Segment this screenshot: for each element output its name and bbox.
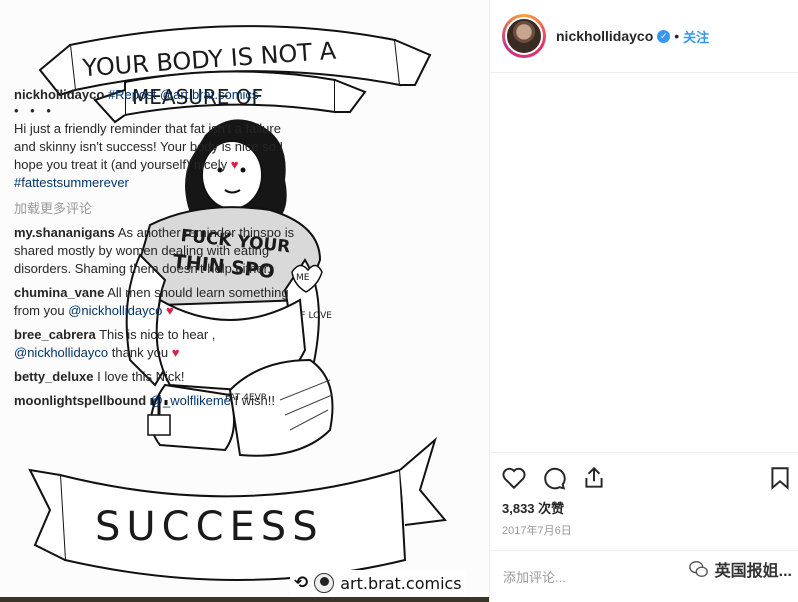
credit-handle: art.brat.comics bbox=[340, 573, 462, 593]
bookmark-icon[interactable] bbox=[767, 465, 793, 491]
heart-icon[interactable] bbox=[501, 465, 527, 491]
comment-username[interactable]: betty_deluxe bbox=[14, 369, 93, 384]
comment-item: chumina_vane All men should learn someth… bbox=[14, 284, 300, 320]
repost-icon: ⟲ bbox=[294, 573, 309, 592]
caption-body: Hi just a friendly reminder that fat isn… bbox=[14, 121, 284, 172]
caption-username[interactable]: nickhollidayco bbox=[14, 87, 104, 102]
watermark: 英国报姐... bbox=[688, 557, 792, 581]
credit-avatar bbox=[314, 573, 335, 593]
caption-tags[interactable]: #Repost @art.brat.comics bbox=[108, 87, 258, 102]
comment-text: I wish!! bbox=[234, 393, 275, 408]
comment-text: This is nice to hear , bbox=[99, 327, 216, 342]
comments-list: nickhollidayco #Repost @art.brat.comics … bbox=[14, 86, 300, 416]
broken-heart-emoji-icon: ♥ bbox=[171, 345, 180, 360]
post-header: nickhollidayco ✓ • 关注 bbox=[490, 0, 798, 73]
avatar-image bbox=[505, 17, 543, 55]
comment-item: betty_deluxe I love this Nick! bbox=[14, 368, 300, 386]
comment-username[interactable]: moonlightspellbound bbox=[14, 393, 146, 408]
comment-mention[interactable]: @nickhollidayco bbox=[68, 303, 162, 318]
comment-icon[interactable] bbox=[541, 465, 567, 491]
action-bar bbox=[489, 452, 798, 504]
wechat-icon bbox=[688, 560, 708, 578]
comment-username[interactable]: bree_cabrera bbox=[14, 327, 96, 342]
repost-credit: ⟲ art.brat.comics bbox=[290, 570, 466, 596]
comment-username[interactable]: chumina_vane bbox=[14, 285, 104, 300]
comment-mention[interactable]: @_wolflikeme bbox=[150, 393, 231, 408]
comment-mention[interactable]: @nickhollidayco bbox=[14, 345, 108, 360]
comment-item: moonlightspellbound @_wolflikeme I wish!… bbox=[14, 392, 300, 410]
post-date: 2017年7月6日 bbox=[502, 525, 572, 537]
banner-bottom-text: SUCCESS bbox=[95, 504, 324, 550]
heart-emoji-icon: ♥ bbox=[165, 303, 174, 318]
caption-dots: • • • bbox=[14, 103, 55, 118]
broken-heart-emoji-icon: ♥ bbox=[230, 157, 239, 172]
comment-username[interactable]: my.shananigans bbox=[14, 225, 115, 240]
add-comment-input[interactable]: 添加评论... bbox=[503, 567, 566, 586]
header-separator: • bbox=[674, 28, 680, 44]
comment-item: my.shananigans As another reminder thins… bbox=[14, 224, 300, 278]
profile-avatar[interactable] bbox=[502, 14, 546, 58]
image-bottom-edge bbox=[0, 597, 489, 602]
comment-text: I love this Nick! bbox=[97, 369, 185, 384]
verified-badge-icon: ✓ bbox=[657, 29, 671, 43]
load-more-comments[interactable]: 加载更多评论 bbox=[14, 200, 300, 218]
comment-item: bree_cabrera This is nice to hear , @nic… bbox=[14, 326, 300, 362]
watermark-text: 英国报姐... bbox=[714, 563, 792, 580]
like-count[interactable]: 3,833 次赞 bbox=[502, 498, 564, 517]
follow-button[interactable]: 关注 bbox=[683, 27, 709, 46]
comment-tail: thank you bbox=[111, 345, 169, 360]
share-icon[interactable] bbox=[581, 465, 607, 491]
header-username[interactable]: nickhollidayco bbox=[556, 28, 653, 44]
caption: nickhollidayco #Repost @art.brat.comics … bbox=[14, 86, 300, 192]
caption-hashtag[interactable]: #fattestsummerever bbox=[14, 175, 129, 190]
